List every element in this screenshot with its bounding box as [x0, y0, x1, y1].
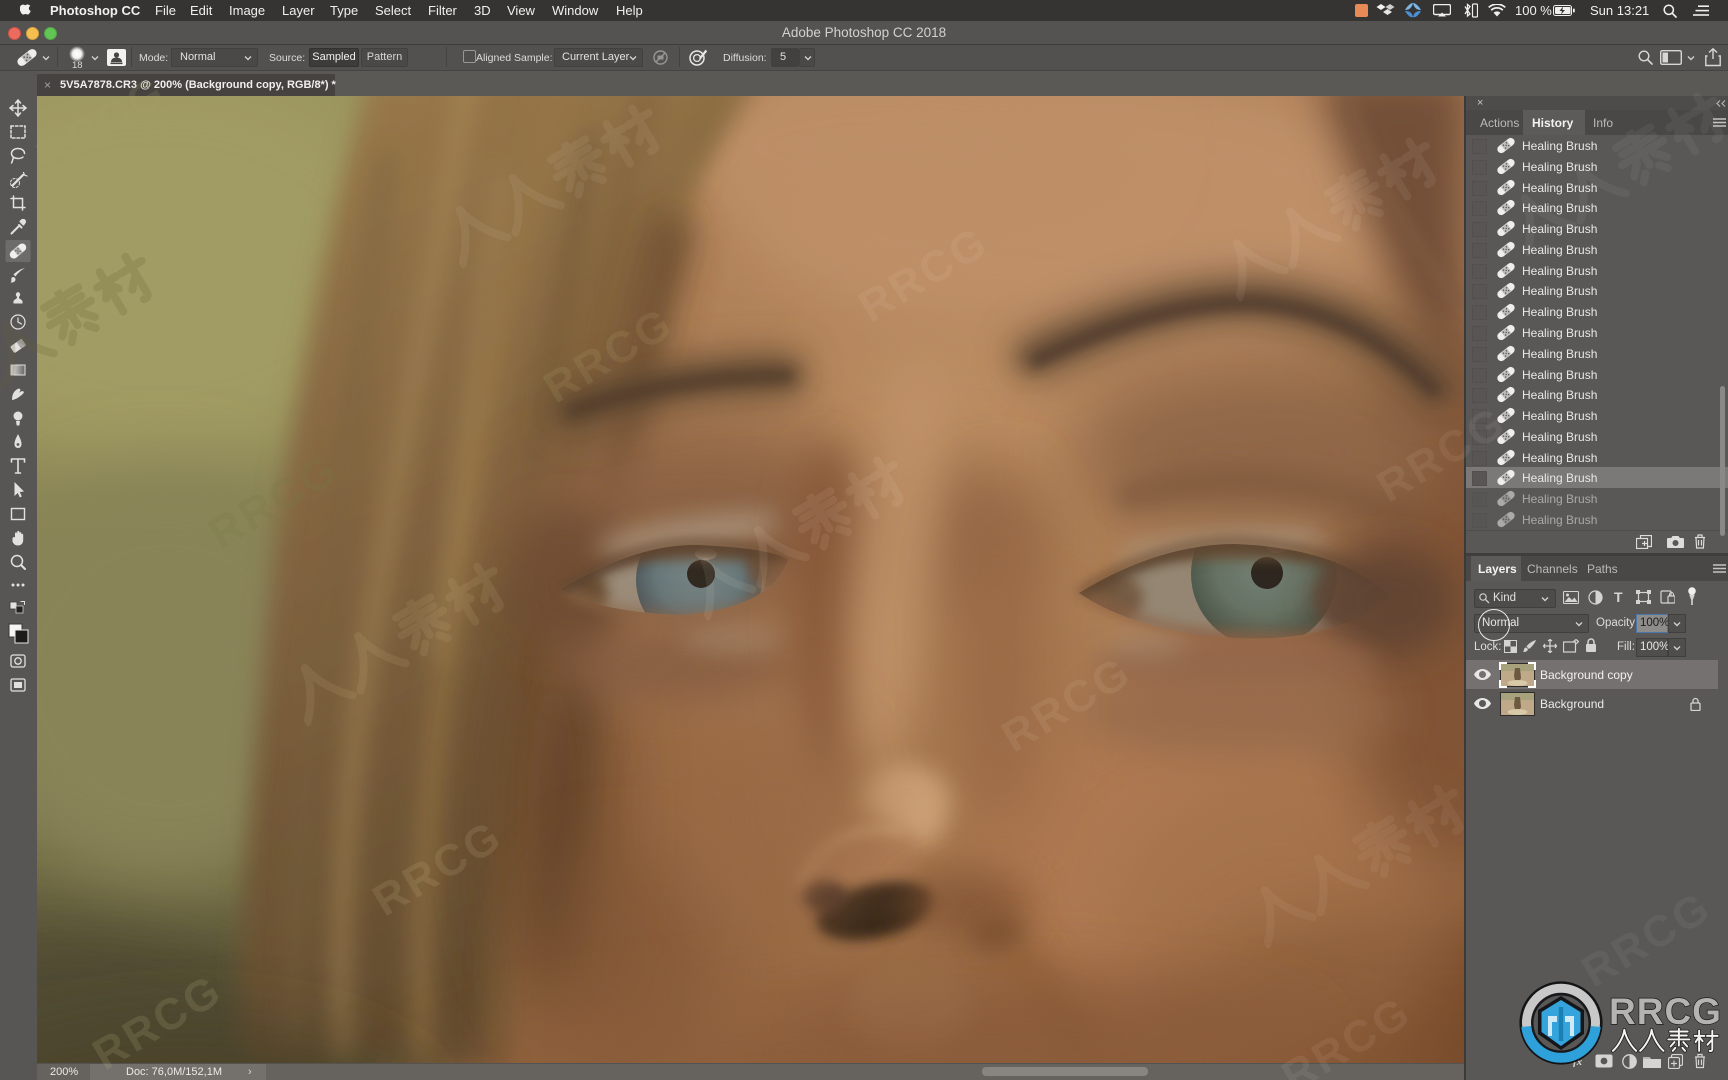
svg-text:RRCG: RRCG [1609, 991, 1722, 1032]
